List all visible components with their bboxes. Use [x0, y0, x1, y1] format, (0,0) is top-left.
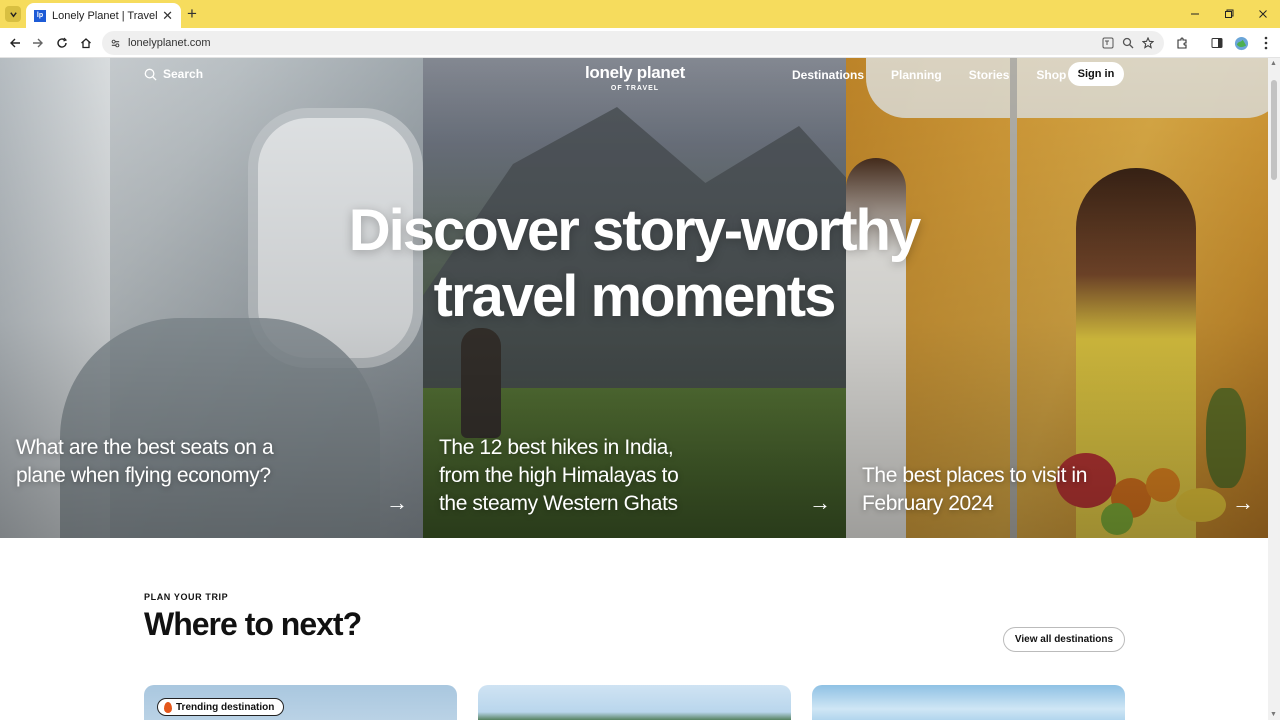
browser-tabbar: lp Lonely Planet | Travel Guides & ✕ +: [0, 0, 1280, 28]
logo-tagline: OF TRAVEL: [610, 85, 660, 92]
back-icon[interactable]: [5, 33, 25, 53]
address-bar[interactable]: lonelyplanet.com: [102, 31, 1164, 55]
arrow-right-icon[interactable]: →: [1232, 490, 1254, 516]
section-title: Where to next?: [144, 606, 362, 642]
lonely-planet-favicon-icon: lp: [34, 9, 46, 22]
logo-wordmark: lonely planet: [570, 63, 700, 83]
story-title-india-hikes[interactable]: The 12 best hikes in India, from the hig…: [439, 434, 709, 518]
browser-tab[interactable]: lp Lonely Planet | Travel Guides & ✕: [26, 3, 181, 28]
scroll-down-icon[interactable]: ▼: [1270, 711, 1277, 718]
arrow-right-icon[interactable]: →: [386, 490, 408, 516]
nav-link-destinations[interactable]: Destinations: [792, 68, 864, 82]
bookmark-star-icon[interactable]: [1142, 37, 1154, 49]
minimize-icon[interactable]: [1178, 0, 1212, 28]
site-logo[interactable]: lonely planet OF TRAVEL: [570, 63, 700, 103]
close-window-icon[interactable]: [1246, 0, 1280, 28]
address-bar-actions: [1102, 37, 1164, 49]
profile-avatar-icon[interactable]: [1231, 33, 1251, 53]
reload-icon[interactable]: [52, 33, 72, 53]
tab-close-icon[interactable]: ✕: [162, 8, 173, 24]
nav-link-planning[interactable]: Planning: [891, 68, 942, 82]
hero-headline-line-1: Discover story-worthy: [348, 198, 921, 263]
url-text[interactable]: lonelyplanet.com: [128, 37, 1102, 49]
site-info-icon[interactable]: [102, 38, 128, 49]
restore-icon[interactable]: [1212, 0, 1246, 28]
scroll-thumb[interactable]: [1271, 80, 1277, 180]
browser-toolbar: lonelyplanet.com: [0, 28, 1280, 58]
view-all-destinations-button[interactable]: View all destinations: [1003, 627, 1125, 652]
destination-card[interactable]: [478, 685, 791, 720]
hero-section: Search lonely planet OF TRAVEL Destinati…: [0, 58, 1268, 538]
hero-headline-line-2: travel moments: [433, 264, 837, 329]
search-icon: [144, 68, 157, 81]
destination-card[interactable]: Trending destination: [144, 685, 457, 720]
flame-icon: [164, 701, 172, 713]
destination-card[interactable]: [812, 685, 1125, 720]
window-controls: [1178, 0, 1280, 28]
page-viewport: Search lonely planet OF TRAVEL Destinati…: [0, 58, 1268, 720]
side-panel-icon[interactable]: [1207, 33, 1227, 53]
zoom-icon[interactable]: [1122, 37, 1134, 49]
scroll-up-icon[interactable]: ▲: [1270, 60, 1277, 67]
tab-title: Lonely Planet | Travel Guides &: [52, 9, 158, 22]
tab-search-button[interactable]: [5, 6, 21, 22]
menu-kebab-icon[interactable]: [1256, 33, 1276, 53]
primary-nav: Destinations Planning Stories Shop: [792, 68, 1093, 82]
trending-label: Trending destination: [176, 701, 275, 713]
site-header: Search lonely planet OF TRAVEL Destinati…: [0, 58, 1268, 94]
logo-text: lonely planet: [584, 63, 685, 82]
section-eyebrow: PLAN YOUR TRIP: [144, 592, 229, 602]
home-icon[interactable]: [76, 33, 96, 53]
arrow-right-icon[interactable]: →: [809, 490, 831, 516]
nav-link-shop[interactable]: Shop: [1036, 68, 1066, 82]
forward-icon[interactable]: [28, 33, 48, 53]
sign-in-button[interactable]: Sign in: [1068, 62, 1124, 86]
story-title-airplane[interactable]: What are the best seats on a plane when …: [16, 434, 306, 490]
nav-link-stories[interactable]: Stories: [969, 68, 1010, 82]
story-title-february-2024[interactable]: The best places to visit in February 202…: [862, 462, 1122, 518]
hero-headline: Discover story-worthy travel moments: [0, 198, 1268, 330]
trending-badge: Trending destination: [157, 698, 285, 716]
page-scrollbar[interactable]: ▲ ▼: [1268, 58, 1280, 720]
search-label: Search: [163, 67, 204, 81]
translate-icon[interactable]: [1102, 37, 1114, 49]
search-button[interactable]: Search: [144, 67, 203, 81]
new-tab-button[interactable]: +: [187, 4, 197, 24]
extensions-icon[interactable]: [1172, 33, 1192, 53]
chevron-down-icon: [9, 11, 17, 17]
